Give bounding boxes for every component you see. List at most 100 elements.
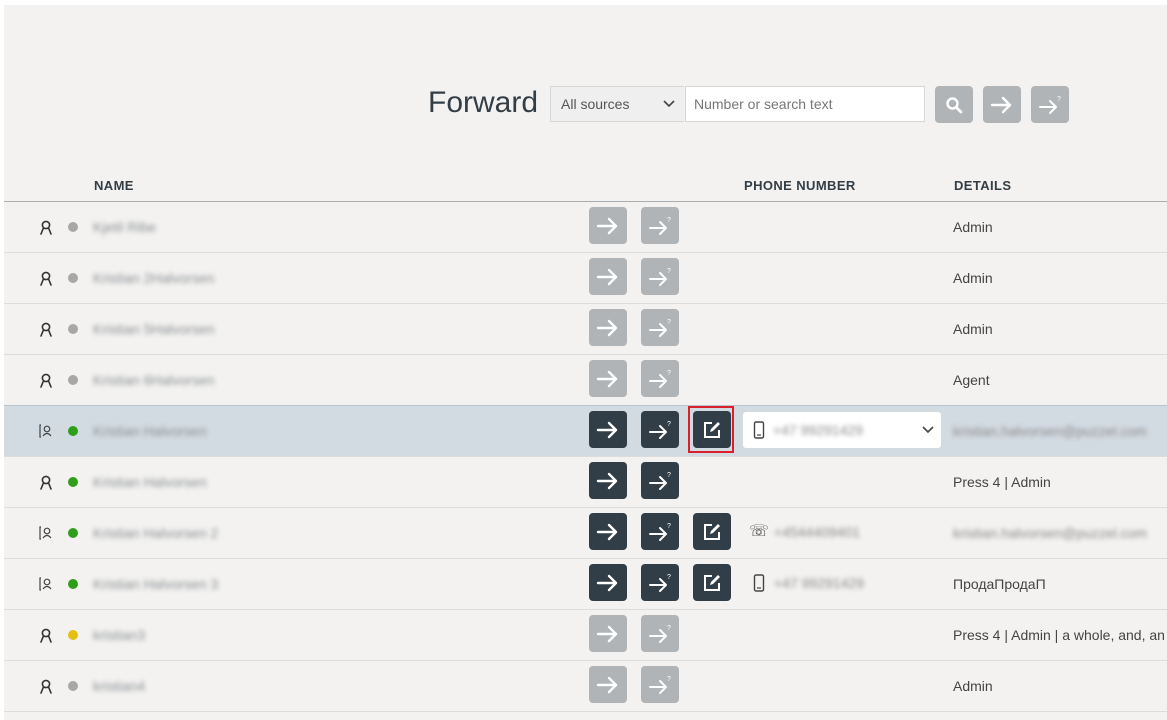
phone-number: +4544409401 <box>774 524 861 540</box>
arrow-right-icon <box>596 625 618 642</box>
consult-forward-button[interactable]: ? <box>641 309 679 346</box>
svg-text:?: ? <box>667 523 671 530</box>
forward-button[interactable] <box>589 411 627 448</box>
forward-button[interactable] <box>589 666 627 703</box>
contact-details: kristian.halvorsen@puzzel.com <box>953 423 1147 439</box>
chevron-down-icon <box>921 422 935 436</box>
forward-panel: Forward All sources ? NAME PHONE NUMBER … <box>4 5 1167 720</box>
arrow-right-icon <box>596 676 618 693</box>
contact-name: Kristian 5Halvorsen <box>93 321 215 337</box>
contact-row[interactable]: kristian3? Press 4 | Admin | a whole, and… <box>4 610 1167 661</box>
consult-forward-button[interactable]: ? <box>641 411 679 448</box>
forward-button[interactable] <box>589 207 627 244</box>
status-indicator <box>68 681 78 691</box>
status-indicator <box>68 222 78 232</box>
svg-text:?: ? <box>667 370 671 377</box>
consult-forward-button[interactable]: ? <box>641 258 679 295</box>
contact-row[interactable]: Kjetil Ribe? Admin <box>4 202 1167 253</box>
arrow-right-question-icon: ? <box>649 523 671 541</box>
contact-details: kristian.halvorsen@puzzel.com <box>953 525 1147 541</box>
svg-text:?: ? <box>667 625 671 632</box>
forward-button[interactable] <box>589 309 627 346</box>
contact-name: Kristian Halvorsen <box>93 474 207 490</box>
arrow-right-icon <box>596 574 618 591</box>
contact-row[interactable]: Kristian 5Halvorsen? Admin <box>4 304 1167 355</box>
arrow-right-icon <box>596 268 618 285</box>
arrow-right-icon <box>596 523 618 540</box>
forward-button[interactable] <box>983 86 1021 123</box>
svg-text:?: ? <box>667 421 671 428</box>
contact-row[interactable]: Kristian Halvorsen 2? ☏ +4544409401 kristia… <box>4 508 1167 559</box>
edit-button[interactable] <box>693 513 731 550</box>
contact-details: Agent <box>953 372 990 388</box>
status-indicator <box>68 273 78 283</box>
forward-button[interactable] <box>589 513 627 550</box>
consult-forward-button[interactable]: ? <box>641 360 679 397</box>
contact-row[interactable]: Kristian 6Halvorsen? Agent <box>4 355 1167 406</box>
user-icon <box>38 372 54 388</box>
edit-button-highlight <box>688 406 734 453</box>
arrow-right-question-icon: ? <box>649 625 671 643</box>
user-icon <box>38 474 54 490</box>
arrow-right-question-icon: ? <box>649 574 671 592</box>
svg-text:?: ? <box>667 472 671 479</box>
contact-details: Press 4 | Admin <box>953 474 1051 490</box>
mobile-phone-icon <box>753 421 769 439</box>
chevron-down-icon <box>663 100 675 108</box>
consult-forward-button[interactable]: ? <box>641 207 679 244</box>
search-button[interactable] <box>935 86 973 123</box>
source-select[interactable]: All sources <box>550 86 684 122</box>
forward-button[interactable] <box>589 564 627 601</box>
contact-row[interactable]: Kristian Halvorsen? +47 99291429 kristian.… <box>4 405 1167 457</box>
contact-details: Admin <box>953 219 993 235</box>
phone-number-select[interactable]: +47 99291429 <box>743 412 941 448</box>
forward-button[interactable] <box>589 615 627 652</box>
arrow-right-question-icon: ? <box>649 421 671 439</box>
status-indicator <box>68 528 78 538</box>
status-indicator <box>68 477 78 487</box>
arrow-right-question-icon: ? <box>1039 96 1061 114</box>
table-header: NAME PHONE NUMBER DETAILS <box>4 175 1167 202</box>
contact-list: Kjetil Ribe? Admin Kristian 2Halvorsen? Adm… <box>4 202 1167 712</box>
svg-text:?: ? <box>667 268 671 275</box>
arrow-right-question-icon: ? <box>649 217 671 235</box>
consult-forward-button[interactable]: ? <box>641 462 679 499</box>
landline-phone-icon: ☏ <box>749 523 770 540</box>
contact-name: Kristian 6Halvorsen <box>93 372 215 388</box>
forward-button[interactable] <box>589 462 627 499</box>
arrow-right-icon <box>990 96 1012 113</box>
consult-forward-button[interactable]: ? <box>1031 86 1069 123</box>
source-select-value: All sources <box>561 96 630 112</box>
search-input[interactable] <box>685 86 925 122</box>
arrow-right-icon <box>596 370 618 387</box>
phone-number: +47 99291429 <box>773 422 863 438</box>
edit-icon <box>704 523 720 540</box>
consult-forward-button[interactable]: ? <box>641 564 679 601</box>
svg-text:?: ? <box>667 676 671 683</box>
forward-button[interactable] <box>589 360 627 397</box>
consult-forward-button[interactable]: ? <box>641 513 679 550</box>
contact-row[interactable]: Kristian Halvorsen 3? +47 99291429 ПродаПр… <box>4 559 1167 610</box>
column-header-details: DETAILS <box>954 178 1012 193</box>
forward-button[interactable] <box>589 258 627 295</box>
user-icon <box>38 270 54 286</box>
consult-forward-button[interactable]: ? <box>641 666 679 703</box>
contact-name: kristian4 <box>93 678 146 694</box>
contact-details: Admin <box>953 678 993 694</box>
contact-card-icon <box>38 423 54 439</box>
arrow-right-question-icon: ? <box>649 676 671 694</box>
user-icon <box>38 678 54 694</box>
contact-row[interactable]: kristian4? Admin <box>4 661 1167 712</box>
contact-details: Press 4 | Admin | a whole, and, an <box>953 627 1165 643</box>
edit-button[interactable] <box>693 564 731 601</box>
contact-row[interactable]: Kristian 2Halvorsen? Admin <box>4 253 1167 304</box>
contact-card-icon <box>38 576 54 592</box>
contact-row[interactable]: Kristian Halvorsen? Press 4 | Admin <box>4 457 1167 508</box>
user-icon <box>38 627 54 643</box>
forward-toolbar: Forward All sources ? <box>4 5 1167 155</box>
contact-details: ПродаПродаП <box>953 576 1046 592</box>
user-icon <box>38 219 54 235</box>
consult-forward-button[interactable]: ? <box>641 615 679 652</box>
contact-name: Kristian Halvorsen 3 <box>93 576 219 592</box>
page-title: Forward <box>428 86 539 119</box>
